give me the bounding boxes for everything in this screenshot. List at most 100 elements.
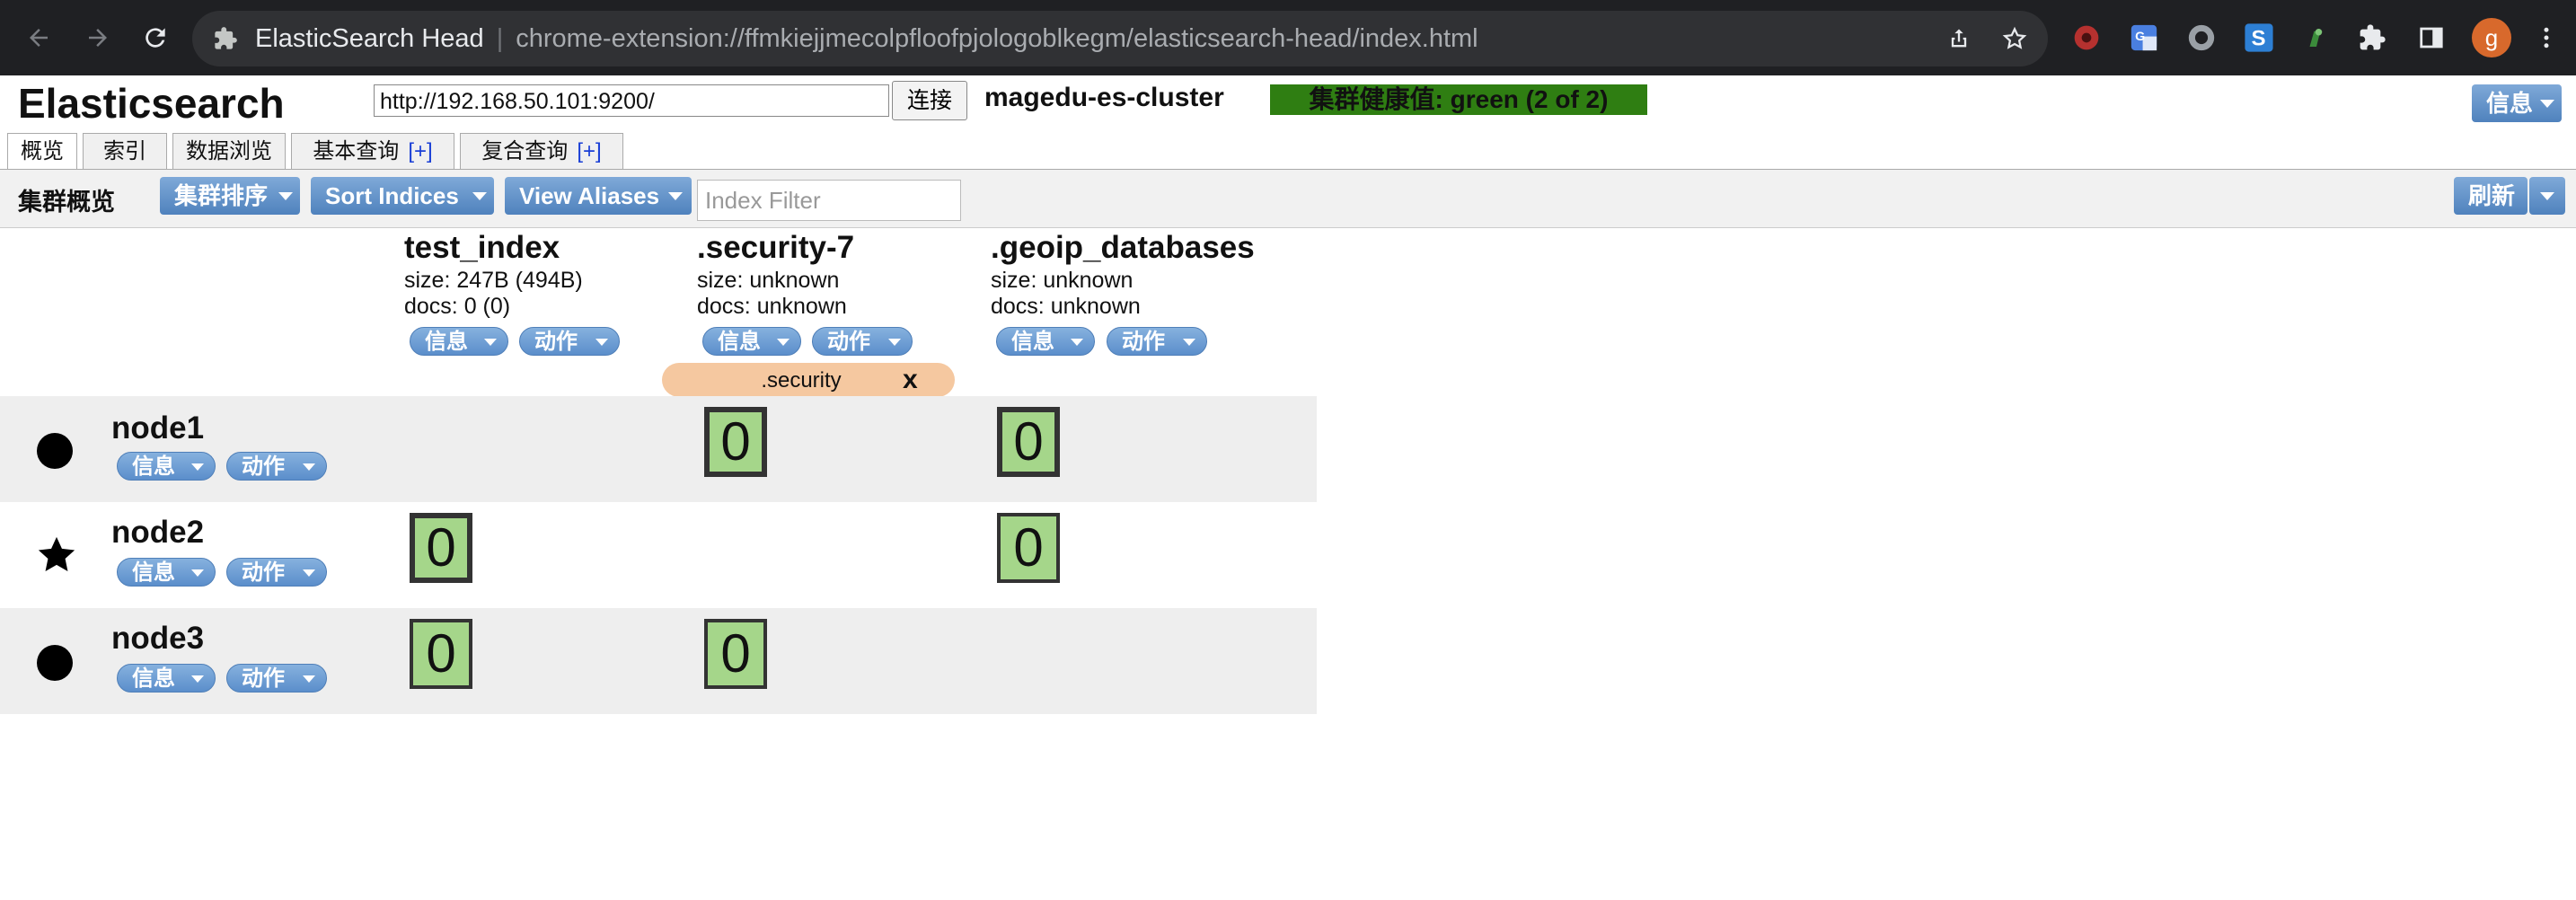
- app-title: Elasticsearch: [18, 80, 285, 127]
- index-action-button[interactable]: 动作: [812, 327, 913, 356]
- tab-overview[interactable]: 概览: [7, 133, 77, 171]
- tab-label: 数据浏览: [186, 139, 272, 163]
- cluster-sort-button[interactable]: 集群排序: [160, 177, 300, 215]
- browser-toolbar: ElasticSearch Head | chrome-extension://ff…: [0, 0, 2576, 75]
- shard-box[interactable]: 0: [997, 513, 1060, 583]
- node-info-button[interactable]: 信息: [117, 558, 216, 587]
- toolbar-title: 集群概览: [18, 189, 115, 216]
- tab-label: 索引: [103, 139, 146, 163]
- menu-kebab-icon[interactable]: [2529, 21, 2563, 55]
- index-name: .security-7: [697, 230, 855, 265]
- tab-indices[interactable]: 索引: [83, 133, 167, 169]
- tab-title: ElasticSearch Head: [255, 24, 484, 53]
- tab-label: 复合查询: [481, 139, 569, 163]
- refresh-button[interactable]: 刷新: [2454, 177, 2527, 215]
- button-label: 动作: [242, 560, 285, 585]
- puzzle-extension-icon[interactable]: [2355, 21, 2389, 55]
- shard-box[interactable]: 0: [410, 619, 472, 689]
- back-arrow-icon[interactable]: [20, 19, 57, 57]
- circle-extension-icon[interactable]: [2184, 21, 2219, 55]
- address-text: ElasticSearch Head | chrome-extension://ff…: [255, 24, 1478, 53]
- bookmark-star-icon[interactable]: [1996, 20, 2033, 57]
- info-label: 信息: [2486, 90, 2534, 117]
- frog-extension-icon[interactable]: [2299, 21, 2333, 55]
- address-bar[interactable]: ElasticSearch Head | chrome-extension://ff…: [192, 11, 2048, 66]
- translate-extension-icon[interactable]: G: [2127, 21, 2161, 55]
- sidepanel-icon[interactable]: [2414, 21, 2448, 55]
- index-filter-input[interactable]: [697, 180, 961, 221]
- button-label: 集群排序: [174, 182, 269, 209]
- cluster-name: magedu-es-cluster: [984, 83, 1224, 112]
- shard-box[interactable]: 0: [410, 513, 472, 583]
- shard-box[interactable]: 0: [704, 407, 767, 477]
- index-docs: docs: unknown: [991, 294, 1141, 319]
- node-action-button[interactable]: 动作: [226, 452, 327, 481]
- chevron-down-icon: [191, 569, 204, 577]
- index-info-button[interactable]: 信息: [702, 327, 801, 356]
- svg-text:S: S: [2252, 27, 2266, 51]
- page-url: chrome-extension://ffmkiejjmecolpfloofpj…: [516, 24, 1478, 53]
- reload-icon[interactable]: [137, 19, 174, 57]
- button-label: 信息: [132, 666, 175, 691]
- node-action-button[interactable]: 动作: [226, 664, 327, 693]
- chevron-down-icon: [303, 463, 315, 471]
- connect-button[interactable]: 连接: [892, 81, 967, 120]
- chevron-down-icon: [472, 192, 487, 200]
- chevron-down-icon: [278, 192, 293, 200]
- chevron-down-icon: [191, 675, 204, 683]
- master-star-icon: [36, 534, 75, 572]
- button-label: 动作: [242, 666, 285, 691]
- node-row: node1 信息 动作 0 0: [0, 396, 1317, 502]
- tab-add-link[interactable]: [+]: [408, 139, 432, 163]
- tab-label: 概览: [21, 139, 64, 163]
- chevron-down-icon: [1183, 339, 1195, 346]
- button-label: 动作: [1122, 330, 1165, 354]
- chevron-down-icon: [1071, 339, 1083, 346]
- chevron-down-icon: [2540, 100, 2554, 108]
- tab-add-link[interactable]: [+]: [577, 139, 601, 163]
- info-menu-button[interactable]: 信息: [2472, 84, 2562, 122]
- node-info-button[interactable]: 信息: [117, 452, 216, 481]
- alias-remove-button[interactable]: x: [903, 365, 918, 395]
- tab-structured-query[interactable]: 复合查询 [+]: [460, 133, 623, 169]
- chevron-down-icon: [484, 339, 497, 346]
- button-label: 动作: [534, 330, 578, 354]
- shard-box[interactable]: 0: [704, 619, 767, 689]
- node-circle-icon: [36, 432, 74, 470]
- index-info-button[interactable]: 信息: [996, 327, 1095, 356]
- sort-indices-button[interactable]: Sort Indices: [311, 177, 494, 215]
- node-row: node2 信息 动作 0 0: [0, 502, 1317, 608]
- tab-basic-query[interactable]: 基本查询 [+]: [291, 133, 454, 169]
- button-label: 刷新: [2468, 182, 2516, 209]
- node-name: node3: [111, 621, 205, 656]
- node-name: node2: [111, 515, 205, 550]
- overview-toolbar: 集群概览 集群排序 Sort Indices View Aliases 刷新: [0, 170, 2576, 228]
- button-label: 动作: [242, 454, 285, 479]
- index-info-button[interactable]: 信息: [410, 327, 508, 356]
- alias-label: .security: [761, 368, 842, 393]
- chevron-down-icon: [2540, 192, 2554, 200]
- node-circle-icon: [36, 644, 74, 682]
- shard-box[interactable]: 0: [997, 407, 1060, 477]
- index-action-button[interactable]: 动作: [519, 327, 620, 356]
- server-url-input[interactable]: http://192.168.50.101:9200/: [374, 84, 889, 117]
- index-size: size: 247B (494B): [404, 268, 583, 293]
- index-size: size: unknown: [697, 268, 840, 293]
- node-info-button[interactable]: 信息: [117, 664, 216, 693]
- record-extension-icon[interactable]: [2069, 21, 2104, 55]
- node-name: node1: [111, 410, 205, 446]
- index-action-button[interactable]: 动作: [1107, 327, 1207, 356]
- forward-arrow-icon[interactable]: [79, 19, 117, 57]
- button-label: 动作: [827, 330, 870, 354]
- node-action-button[interactable]: 动作: [226, 558, 327, 587]
- view-aliases-button[interactable]: View Aliases: [505, 177, 692, 215]
- button-label: 信息: [1011, 330, 1054, 354]
- index-docs: docs: 0 (0): [404, 294, 511, 319]
- extension-icon: [207, 20, 244, 57]
- profile-avatar[interactable]: g: [2472, 18, 2511, 57]
- tab-browser[interactable]: 数据浏览: [172, 133, 286, 169]
- refresh-interval-dropdown[interactable]: [2529, 177, 2565, 215]
- node-row: node3 信息 动作 0 0: [0, 608, 1317, 714]
- s-extension-icon[interactable]: S: [2242, 21, 2276, 55]
- share-icon[interactable]: [1940, 20, 1978, 57]
